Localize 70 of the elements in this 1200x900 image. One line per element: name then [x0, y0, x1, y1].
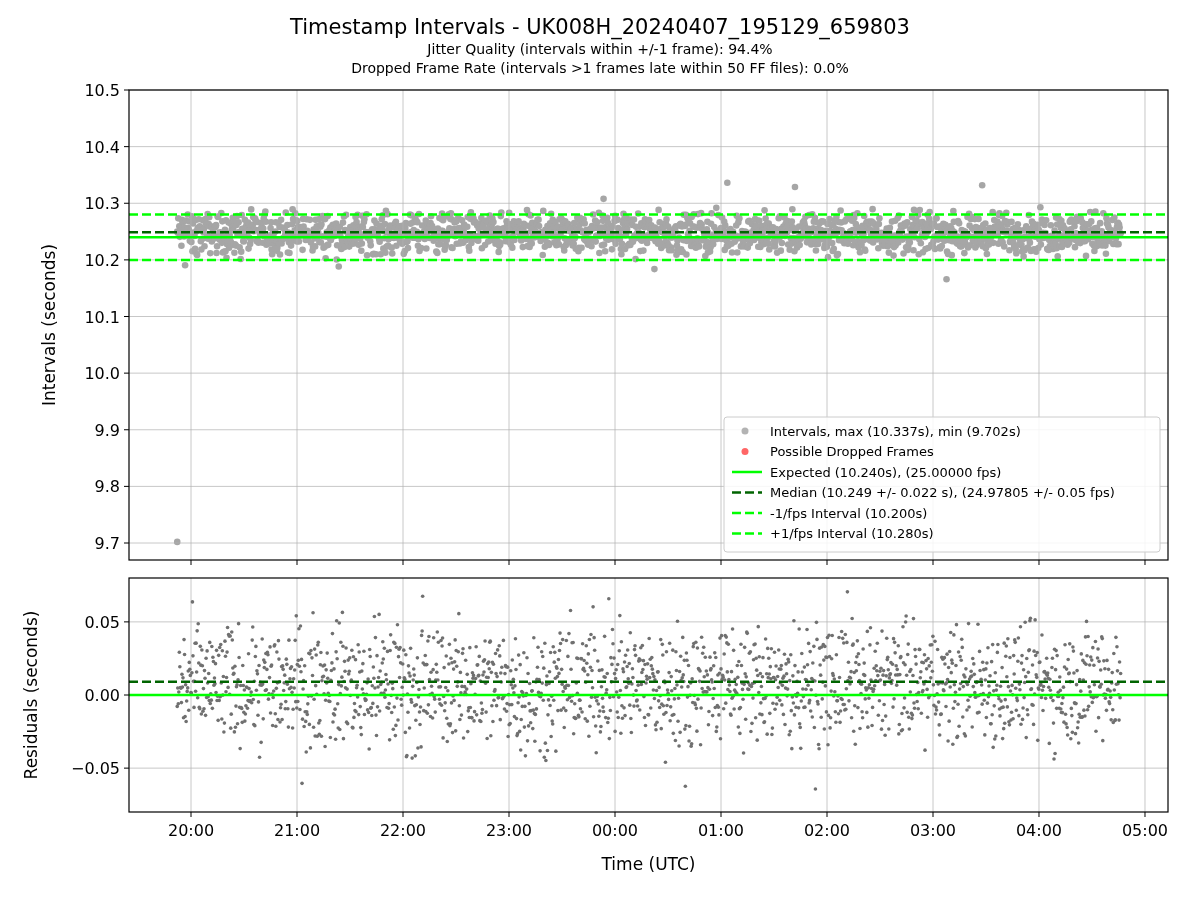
tick-mark	[508, 811, 510, 818]
legend-line-icon	[732, 470, 762, 474]
axis-label: Time (UTC)	[601, 854, 696, 874]
tick-mark	[190, 559, 192, 566]
tick-mark	[614, 559, 616, 566]
tick-label: 04:00	[1015, 821, 1063, 840]
tick-mark	[123, 89, 130, 91]
axis-label: Residuals (seconds)	[21, 610, 41, 780]
tick-mark	[932, 811, 934, 818]
tick-mark	[123, 316, 130, 317]
tick-label: 9.9	[94, 420, 120, 440]
tick-mark	[190, 811, 192, 818]
tick-mark	[402, 811, 404, 818]
tick-label: 02:00	[803, 821, 851, 840]
tick-label: 9.7	[94, 534, 120, 553]
legend-line-icon	[732, 511, 762, 515]
tick-mark	[1038, 811, 1040, 818]
tick-label: −0.05	[70, 759, 120, 779]
tick-mark	[1038, 559, 1040, 566]
tick-label: 0.05	[84, 612, 120, 632]
legend-label: -1/fps Interval (10.200s)	[770, 505, 928, 521]
tick-mark	[123, 259, 130, 261]
tick-mark	[614, 811, 616, 818]
legend-label: Expected (10.240s), (25.00000 fps)	[770, 464, 1002, 480]
chart-subtitle: Jitter Quality (intervals within +/-1 frame): 94.4%	[427, 40, 773, 59]
tick-label: 10.3	[84, 194, 120, 214]
tick-mark	[1144, 811, 1146, 818]
tick-mark	[123, 621, 130, 623]
tick-mark	[123, 542, 130, 544]
tick-mark	[826, 811, 828, 818]
tick-mark	[1144, 559, 1146, 566]
tick-label: 23:00	[485, 821, 533, 840]
tick-mark	[826, 559, 828, 566]
tick-mark	[296, 559, 298, 566]
tick-label: 10.0	[84, 364, 120, 384]
tick-mark	[123, 202, 130, 204]
tick-label: 00:00	[591, 821, 639, 840]
tick-label: 0.00	[84, 686, 120, 705]
chart-subtitle: Dropped Frame Rate (intervals >1 frames late within 50 FF files): 0.0%	[351, 59, 849, 78]
tick-mark	[123, 429, 130, 431]
tick-mark	[123, 767, 130, 769]
legend-line-icon	[732, 532, 762, 535]
axis-label: Intervals (seconds)	[39, 243, 59, 407]
tick-label: 10.4	[84, 137, 120, 157]
tick-mark	[123, 146, 130, 148]
tick-mark	[296, 811, 298, 818]
tick-label: 9.8	[94, 477, 120, 497]
legend-label: +1/fps Interval (10.280s)	[770, 526, 934, 541]
legend-label: Median (10.249 +/- 0.022 s), (24.97805 +/- 0.05 fps)	[770, 485, 1115, 500]
tick-label: 01:00	[697, 821, 745, 840]
tick-mark	[123, 372, 130, 374]
tick-label: 10.2	[84, 250, 120, 270]
tick-label: 10.5	[84, 81, 120, 100]
legend-label: Intervals, max (10.337s), min (9.702s)	[770, 423, 1021, 439]
chart-title: Timestamp Intervals - UK008H_20240407_195129_659803	[290, 14, 910, 40]
tick-label: 21:00	[273, 821, 321, 840]
tick-label: 22:00	[379, 821, 427, 840]
tick-mark	[402, 559, 404, 566]
tick-mark	[720, 811, 722, 818]
tick-label: 20:00	[167, 821, 215, 840]
legend-label: Possible Dropped Frames	[770, 444, 934, 459]
tick-mark	[508, 559, 510, 566]
tick-mark	[123, 694, 130, 696]
tick-mark	[720, 559, 722, 566]
tick-label: 03:00	[909, 821, 957, 840]
tick-mark	[932, 559, 934, 566]
legend-line-icon	[732, 491, 762, 494]
tick-label: 05:00	[1121, 821, 1169, 840]
tick-label: 10.1	[84, 307, 120, 327]
tick-mark	[123, 485, 130, 487]
